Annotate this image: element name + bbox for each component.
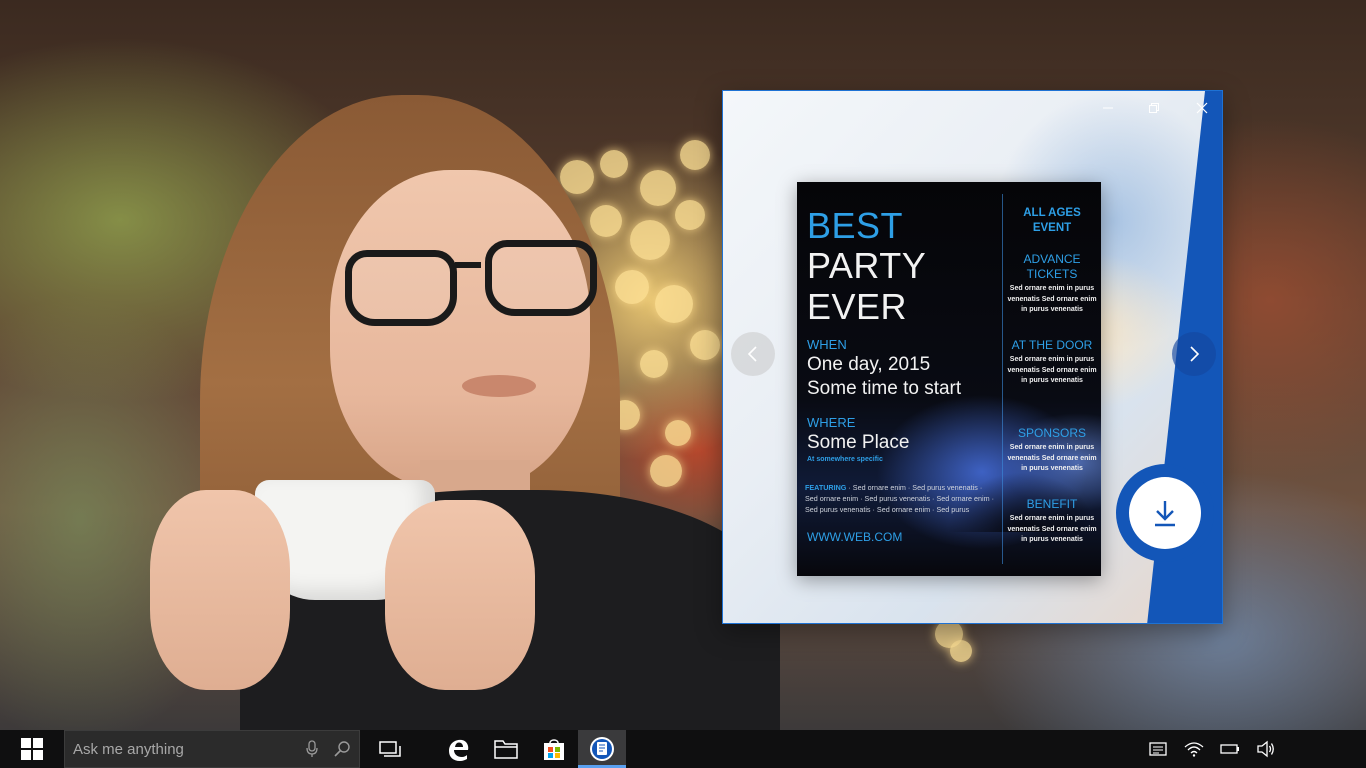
download-icon <box>1155 501 1175 527</box>
restore-button[interactable] <box>1132 96 1176 120</box>
wifi-button[interactable] <box>1184 739 1204 759</box>
bokeh-light <box>650 455 682 487</box>
search-input[interactable] <box>73 740 305 758</box>
glasses-bridge <box>455 262 481 268</box>
flyer-featuring-label: FEATURING <box>805 483 847 492</box>
restore-icon <box>1149 103 1159 113</box>
previous-template-button[interactable] <box>731 332 775 376</box>
taskbar-app-store[interactable] <box>530 730 578 768</box>
flyer-title-line: PARTY <box>807 245 927 286</box>
battery-button[interactable] <box>1220 739 1240 759</box>
flyer-side-heading: AT THE DOOR <box>1011 338 1093 352</box>
flyer-app-window: BEST PARTY EVER WHEN One day, 2015 Some … <box>722 90 1223 624</box>
flyer-side-block: AT THE DOOR Sed ornare enim in purus ven… <box>1005 338 1099 387</box>
chevron-right-icon <box>1190 346 1200 362</box>
windows-logo-icon <box>21 738 43 760</box>
flyer-side-text: Sed ornare enim in purus venenatis Sed o… <box>1007 515 1097 543</box>
wifi-icon <box>1184 742 1204 757</box>
volume-icon <box>1257 740 1274 758</box>
close-button[interactable] <box>1180 96 1222 120</box>
flyer-side-text: Sed ornare enim in purus venenatis Sed o… <box>1007 285 1097 313</box>
bokeh-light <box>615 270 649 304</box>
flyer-title-line: EVER <box>807 286 908 327</box>
action-center-button[interactable] <box>1148 739 1168 759</box>
task-view-button[interactable] <box>366 730 414 768</box>
bokeh-light <box>640 350 668 378</box>
flyer-when-time: Some time to start <box>807 378 962 399</box>
flyer-side-block: ALL AGES EVENT <box>1005 206 1099 236</box>
left-hand <box>150 490 290 690</box>
flyer-side-block: ADVANCE TICKETS Sed ornare enim in purus… <box>1005 252 1099 316</box>
flyer-side-block: BENEFIT Sed ornare enim in purus venenat… <box>1005 497 1099 546</box>
download-ring <box>1116 464 1214 562</box>
bokeh-light <box>655 285 693 323</box>
microphone-icon[interactable] <box>305 740 319 758</box>
start-button[interactable] <box>0 730 64 768</box>
taskbar-app-file-explorer[interactable] <box>482 730 530 768</box>
flyer-title-line: BEST <box>807 205 904 246</box>
flyer-divider <box>1002 194 1003 564</box>
search-icon[interactable] <box>333 740 351 758</box>
folder-icon <box>494 740 518 759</box>
flyer-url: WWW.WEB.COM <box>807 530 903 544</box>
flyer-when-label: WHEN <box>807 337 847 352</box>
chevron-left-icon <box>747 346 757 362</box>
flyer-where-place: Some Place <box>807 432 910 453</box>
flyer-side-heading: ADVANCE TICKETS <box>1023 252 1081 281</box>
taskbar <box>0 730 1366 768</box>
person-face <box>330 170 590 490</box>
flyer-where-label: WHERE <box>807 415 856 430</box>
flyer-where-sub: At somewhere specific <box>807 456 883 463</box>
bokeh-light <box>680 140 710 170</box>
bokeh-light <box>630 220 670 260</box>
download-button[interactable] <box>1129 477 1201 549</box>
taskbar-app-flyer-maker[interactable] <box>578 730 626 768</box>
minimize-button[interactable] <box>1086 96 1130 120</box>
flyer-side-block: SPONSORS Sed ornare enim in purus venena… <box>1005 426 1099 475</box>
bokeh-light <box>560 160 594 194</box>
bokeh-light <box>950 640 972 662</box>
bokeh-light <box>675 200 705 230</box>
action-center-icon <box>1149 742 1167 756</box>
edge-icon <box>449 739 469 761</box>
flyer-preview[interactable]: BEST PARTY EVER WHEN One day, 2015 Some … <box>797 182 1101 576</box>
bokeh-light <box>640 170 676 206</box>
flyer-featuring: FEATURING · Sed ornare enim · Sed purus … <box>805 482 995 515</box>
close-icon <box>1196 102 1208 114</box>
flyer-side-text: Sed ornare enim in purus venenatis Sed o… <box>1007 444 1097 472</box>
flyer-when-date: One day, 2015 <box>807 354 931 375</box>
next-template-button[interactable] <box>1172 332 1216 376</box>
volume-button[interactable] <box>1256 739 1276 759</box>
person-lips <box>462 375 536 397</box>
battery-icon <box>1220 744 1239 754</box>
task-view-icon <box>379 741 401 757</box>
bokeh-light <box>600 150 628 178</box>
minimize-icon <box>1103 107 1113 109</box>
flyer-side-heading: SPONSORS <box>1017 426 1086 440</box>
bokeh-light <box>665 420 691 446</box>
cortana-search-box[interactable] <box>64 730 360 768</box>
search-box-icons <box>305 740 351 758</box>
flyer-side-heading: BENEFIT <box>1026 497 1078 511</box>
bokeh-light <box>590 205 622 237</box>
glasses-right-lens <box>485 240 597 316</box>
taskbar-app-edge[interactable] <box>434 730 482 768</box>
glasses-left-lens <box>345 250 457 326</box>
flyer-app-icon <box>590 737 614 761</box>
flyer-side-heading: ALL AGES EVENT <box>1023 207 1081 234</box>
system-tray <box>1148 730 1276 768</box>
flyer-side-text: Sed ornare enim in purus venenatis Sed o… <box>1007 356 1097 384</box>
right-hand <box>385 500 535 690</box>
store-icon <box>544 739 564 760</box>
bokeh-light <box>690 330 720 360</box>
